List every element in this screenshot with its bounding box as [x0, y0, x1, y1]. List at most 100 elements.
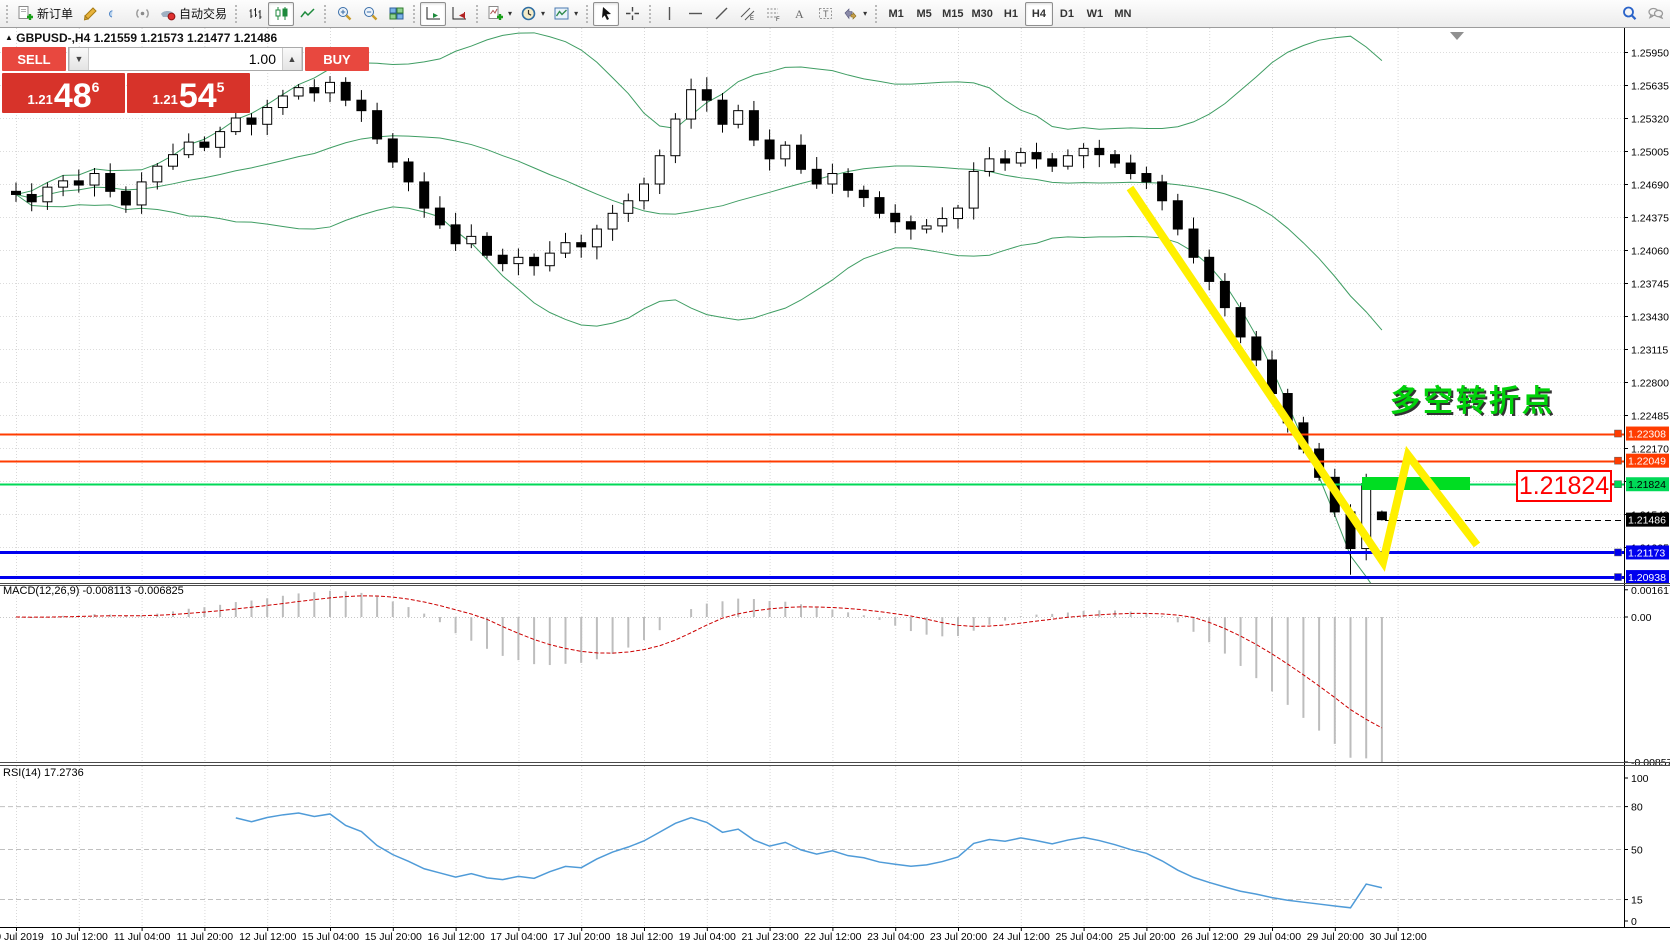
arrows-tool-button[interactable]: ▾ — [838, 2, 871, 26]
dropdown-caret: ▾ — [508, 9, 512, 18]
svg-text:F: F — [776, 17, 780, 22]
svg-text:11 Jul 04:00: 11 Jul 04:00 — [114, 931, 171, 943]
svg-text:10 Jul 12:00: 10 Jul 12:00 — [51, 931, 108, 943]
toolbar-grip — [412, 4, 417, 24]
svg-text:29 Jul 20:00: 29 Jul 20:00 — [1307, 931, 1364, 943]
dropdown-caret: ▾ — [541, 9, 545, 18]
svg-text:100: 100 — [1631, 773, 1649, 785]
svg-text:1.22049: 1.22049 — [1628, 456, 1666, 468]
rsi-indicator-label: RSI(14) 17.2736 — [3, 767, 84, 779]
tile-windows-button[interactable] — [383, 2, 409, 26]
sell-price-box[interactable]: 1.21 48 6 — [2, 73, 125, 113]
timeframe-m5-button[interactable]: M5 — [910, 2, 938, 26]
template-icon — [553, 5, 570, 22]
text-icon: A — [791, 5, 808, 22]
new-order-button[interactable]: 新订单 — [13, 2, 77, 26]
timeframe-h1-button[interactable]: H1 — [997, 2, 1025, 26]
price-callout-box[interactable]: 1.21824 — [1516, 470, 1612, 502]
timeframe-mn-button[interactable]: MN — [1109, 2, 1137, 26]
signal-button[interactable] — [129, 2, 155, 26]
buy-price-box[interactable]: 1.21 54 5 — [127, 73, 250, 113]
profiles-button[interactable] — [77, 2, 103, 26]
periods-button[interactable]: ▾ — [516, 2, 549, 26]
timeframe-label: D1 — [1060, 8, 1074, 20]
sell-button[interactable]: SELL — [2, 47, 66, 71]
indicators-button[interactable]: ▾ — [483, 2, 516, 26]
text-tool-button[interactable]: A — [786, 2, 812, 26]
collapse-panel-icon[interactable]: ▲ — [5, 33, 13, 42]
auto-trading-icon — [159, 5, 176, 22]
zoom-out-button[interactable] — [357, 2, 383, 26]
svg-text:1.25950: 1.25950 — [1631, 48, 1669, 60]
crosshair-icon — [624, 5, 641, 22]
toolbar-grip — [323, 4, 328, 24]
buy-price-big: 54 — [179, 82, 217, 111]
turning-point-annotation[interactable]: 多空转折点 — [1390, 376, 1555, 420]
zoom-in-button[interactable] — [331, 2, 357, 26]
templates-button[interactable]: ▾ — [549, 2, 582, 26]
svg-text:30 Jul 12:00: 30 Jul 12:00 — [1369, 931, 1426, 943]
timeframe-d1-button[interactable]: D1 — [1053, 2, 1081, 26]
svg-text:22 Jul 12:00: 22 Jul 12:00 — [804, 931, 861, 943]
svg-text:E: E — [750, 16, 754, 22]
channel-tool-button[interactable]: E — [734, 2, 760, 26]
chart-window: 10 Jul 201910 Jul 12:0011 Jul 04:0011 Ju… — [0, 0, 1670, 945]
sell-price-big: 48 — [54, 82, 92, 111]
svg-text:23 Jul 04:00: 23 Jul 04:00 — [867, 931, 924, 943]
chart-shift-button[interactable] — [446, 2, 472, 26]
svg-text:1.23745: 1.23745 — [1631, 279, 1669, 291]
timeframe-label: M15 — [942, 8, 963, 20]
buy-price-prefix: 1.21 — [153, 92, 178, 107]
line-chart-mode-button[interactable] — [294, 2, 320, 26]
search-button[interactable] — [1616, 2, 1642, 26]
svg-text:16 Jul 12:00: 16 Jul 12:00 — [427, 931, 484, 943]
volume-input[interactable] — [89, 48, 282, 70]
svg-text:1.21173: 1.21173 — [1628, 547, 1665, 559]
chart-shift-icon — [451, 5, 468, 22]
fibonacci-tool-button[interactable]: F — [760, 2, 786, 26]
label-icon: T — [817, 5, 834, 22]
trendline-tool-button[interactable] — [708, 2, 734, 26]
svg-text:15: 15 — [1631, 895, 1643, 907]
cloud-icon — [108, 5, 125, 22]
horizontal-line-icon — [687, 5, 704, 22]
svg-text:1.25635: 1.25635 — [1631, 81, 1669, 93]
timeframe-m15-button[interactable]: M15 — [938, 2, 967, 26]
volume-increase-button[interactable]: ▲ — [282, 48, 302, 70]
svg-text:-0.008577: -0.008577 — [1631, 757, 1670, 769]
svg-text:A: A — [795, 7, 804, 21]
cursor-tool-button[interactable] — [593, 2, 619, 26]
auto-trading-button[interactable]: 自动交易 — [155, 2, 231, 26]
tile-windows-icon — [388, 5, 405, 22]
search-icon — [1621, 5, 1638, 22]
svg-text:1.22485: 1.22485 — [1631, 411, 1669, 423]
svg-text:26 Jul 12:00: 26 Jul 12:00 — [1181, 931, 1238, 943]
svg-text:12 Jul 12:00: 12 Jul 12:00 — [239, 931, 296, 943]
bar-chart-mode-button[interactable] — [242, 2, 268, 26]
horizontal-line-tool-button[interactable] — [682, 2, 708, 26]
crosshair-tool-button[interactable] — [619, 2, 645, 26]
timeframe-label: H4 — [1032, 8, 1046, 20]
volume-decrease-button[interactable]: ▼ — [69, 48, 89, 70]
dropdown-caret: ▾ — [574, 9, 578, 18]
chart-canvas[interactable]: 10 Jul 201910 Jul 12:0011 Jul 04:0011 Ju… — [0, 28, 1670, 945]
chat-icon — [1647, 5, 1664, 22]
svg-text:0: 0 — [1631, 916, 1637, 928]
timeframe-label: M1 — [888, 8, 903, 20]
timeframe-w1-button[interactable]: W1 — [1081, 2, 1109, 26]
svg-text:1.22800: 1.22800 — [1631, 378, 1669, 390]
label-tool-button[interactable]: T — [812, 2, 838, 26]
auto-scroll-button[interactable] — [420, 2, 446, 26]
timeframe-m1-button[interactable]: M1 — [882, 2, 910, 26]
timeframe-h4-button[interactable]: H4 — [1025, 2, 1053, 26]
svg-text:0.00161: 0.00161 — [1631, 585, 1669, 597]
svg-text:17 Jul 04:00: 17 Jul 04:00 — [490, 931, 547, 943]
cloud-button[interactable] — [103, 2, 129, 26]
new-order-label: 新订单 — [37, 5, 73, 22]
buy-button[interactable]: BUY — [305, 47, 369, 71]
chat-button[interactable] — [1642, 2, 1668, 26]
vertical-line-tool-button[interactable] — [656, 2, 682, 26]
toolbar-grip — [874, 4, 879, 24]
timeframe-m30-button[interactable]: M30 — [968, 2, 997, 26]
candle-chart-mode-button[interactable] — [268, 2, 294, 26]
